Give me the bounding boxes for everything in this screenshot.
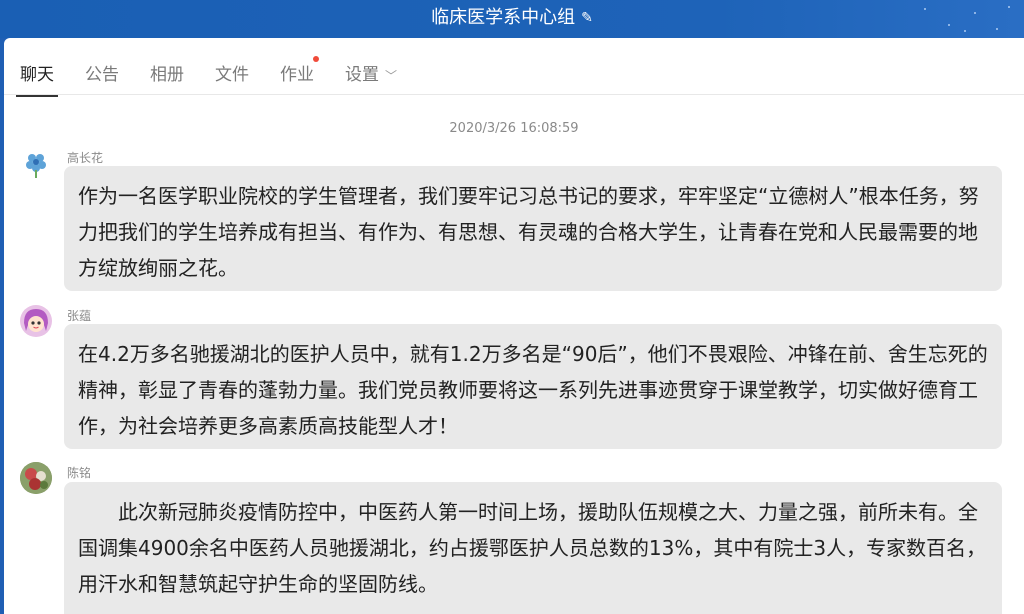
sender-name: 张蕴 bbox=[67, 309, 92, 323]
edit-icon[interactable]: ✎ bbox=[581, 0, 593, 36]
window-title: 临床医学系中心组 bbox=[431, 7, 576, 28]
tab-homework[interactable]: 作业 bbox=[280, 60, 314, 85]
sender-name: 陈铭 bbox=[67, 466, 92, 480]
title-bar: 临床医学系中心组 ✎ bbox=[0, 0, 1024, 38]
sender-name: 高长花 bbox=[67, 151, 104, 165]
tab-album[interactable]: 相册 bbox=[150, 60, 184, 85]
avatar[interactable] bbox=[20, 462, 52, 494]
tab-chat[interactable]: 聊天 bbox=[16, 60, 58, 97]
message-bubble[interactable]: 作为一名医学职业院校的学生管理者，我们要牢记习总书记的要求，牢牢坚定“立德树人”… bbox=[64, 166, 1002, 291]
chat-area[interactable]: 2020/3/26 16:08:59 高长花 作为一名医学职业院校的学生管理者，… bbox=[4, 95, 1024, 614]
chevron-down-icon: ﹀ bbox=[385, 69, 398, 83]
tab-settings-label: 设置 bbox=[345, 65, 379, 85]
tab-bar: 聊天 公告 相册 文件 作业 设置 ﹀ bbox=[4, 38, 1024, 97]
avatar[interactable] bbox=[20, 305, 52, 337]
message-bubble[interactable]: 此次新冠肺炎疫情防控中，中医药人第一时间上场，援助队伍规模之大、力量之强，前所未… bbox=[64, 482, 1002, 614]
homework-badge bbox=[313, 56, 319, 62]
avatar[interactable] bbox=[20, 148, 52, 180]
tab-files[interactable]: 文件 bbox=[215, 60, 249, 85]
tab-announcement[interactable]: 公告 bbox=[85, 60, 119, 85]
message-timestamp: 2020/3/26 16:08:59 bbox=[449, 121, 579, 136]
group-window: 聊天 公告 相册 文件 作业 设置 ﹀ 2020/3/26 16:08:59 高长… bbox=[4, 38, 1024, 614]
title-decoration bbox=[904, 0, 1024, 38]
tab-settings[interactable]: 设置 ﹀ bbox=[345, 60, 397, 85]
message-bubble[interactable]: 在4.2万多名驰援湖北的医护人员中，就有1.2万多名是“90后”，他们不畏艰险、… bbox=[64, 324, 1002, 449]
